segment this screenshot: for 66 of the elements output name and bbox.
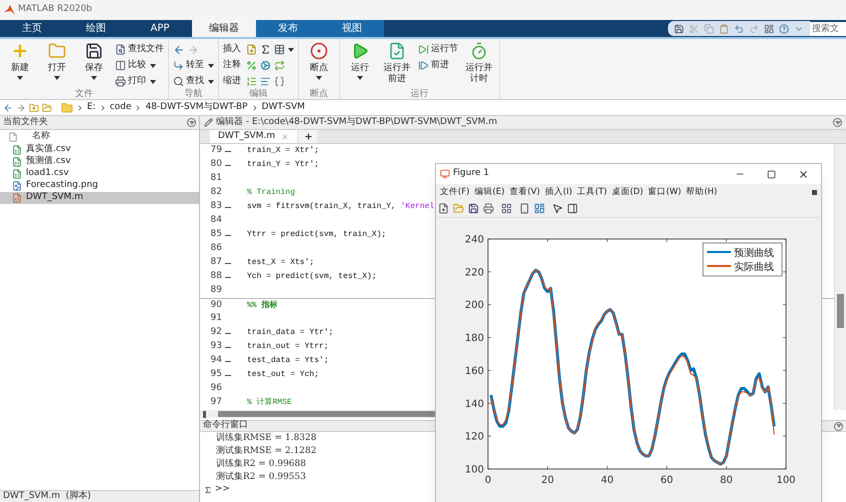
line-number: 88 xyxy=(210,270,222,284)
tick-label: 160 xyxy=(464,366,484,377)
tool-label: 插入 xyxy=(223,42,242,56)
tick-label: 60 xyxy=(660,475,674,486)
line-number: 96 xyxy=(210,382,222,396)
tick-label: 100 xyxy=(776,475,796,486)
line-number: 90 xyxy=(210,298,222,312)
line-number: 83 xyxy=(210,200,222,214)
panel-title: 当前文件夹 xyxy=(3,116,48,129)
window-title: Figure 1 xyxy=(453,167,490,180)
editor-title: 编辑器 - E:\code\48-DWT-SVM与DWT-BP\DWT-SVM\DWT_SVM.m xyxy=(216,116,498,129)
line-number: 95 xyxy=(210,368,222,382)
line-number: 81 xyxy=(210,172,222,186)
tick-label: 80 xyxy=(720,475,733,486)
tick-label: 200 xyxy=(464,300,484,312)
tick-label: 180 xyxy=(464,333,484,344)
line-number: 93 xyxy=(210,340,222,354)
tool-label: 缩进 xyxy=(223,74,242,88)
tick-label: 120 xyxy=(464,432,484,443)
code-line: train_X = Xtr'; xyxy=(247,145,320,157)
legend-label: 预测曲线 xyxy=(734,248,774,259)
line-number: 91 xyxy=(210,312,222,326)
code-line: test_X = Xts'; xyxy=(247,257,314,269)
tick-label: 20 xyxy=(541,475,554,486)
code-line: test_data = Yts'; xyxy=(247,355,329,367)
panel-title: 命令行窗口 xyxy=(203,419,248,432)
line-number: 82 xyxy=(210,186,222,200)
group-title: 文件 xyxy=(74,89,94,99)
tool-label: 注释 xyxy=(223,58,242,72)
line-number: 85 xyxy=(210,228,222,242)
group-title: 运行 xyxy=(410,89,430,99)
details-label: DWT_SVM.m (脚本) xyxy=(3,490,91,502)
app-title: MATLAB R2020b xyxy=(18,3,92,16)
command-output: 训练集RMSE = 1.8328 xyxy=(216,432,316,445)
code-line: train_out = Ytrr; xyxy=(247,341,329,353)
command-output: 测试集R2 = 0.99553 xyxy=(216,470,306,484)
command-output: 训练集R2 = 0.99688 xyxy=(216,458,306,471)
line-number: 84 xyxy=(210,214,222,228)
tick-label: 40 xyxy=(600,475,614,486)
command-output: 测试集RMSE = 2.1282 xyxy=(216,444,316,458)
code-line: test_out = Ych; xyxy=(247,369,320,381)
line-number: 92 xyxy=(210,326,222,340)
code-line: % 计算RMSE xyxy=(247,397,292,409)
group-title: 断点 xyxy=(309,89,329,99)
code-line: train_data = Ytr'; xyxy=(247,327,334,339)
line-number: 79 xyxy=(210,144,222,158)
code-line: %% 指标 xyxy=(247,300,278,312)
line-number: 94 xyxy=(210,354,222,368)
code-line: Ytrr = predict(svm, train_X); xyxy=(247,229,386,241)
line-number: 97 xyxy=(210,396,222,410)
group-title: 编辑 xyxy=(248,89,268,99)
code-line: % Training xyxy=(247,187,296,199)
group-title: 导航 xyxy=(184,89,204,99)
line-number: 89 xyxy=(210,284,222,298)
code-line: train_Y = Ytr'; xyxy=(247,159,320,171)
tick-label: 0 xyxy=(484,475,492,486)
tick-label: 100 xyxy=(464,464,484,476)
line-number: 86 xyxy=(210,242,222,256)
tick-label: 240 xyxy=(464,234,484,246)
line-number: 80 xyxy=(210,158,222,172)
line-number: 87 xyxy=(210,256,222,270)
code-line: svm = fitrsvm(train_X, train_Y, 'Kernel xyxy=(247,201,434,213)
code-line: Ych = predict(svm, test_X); xyxy=(247,271,377,283)
tick-label: 220 xyxy=(464,267,484,278)
tick-label: 140 xyxy=(464,398,484,410)
legend-label: 实际曲线 xyxy=(734,262,774,273)
